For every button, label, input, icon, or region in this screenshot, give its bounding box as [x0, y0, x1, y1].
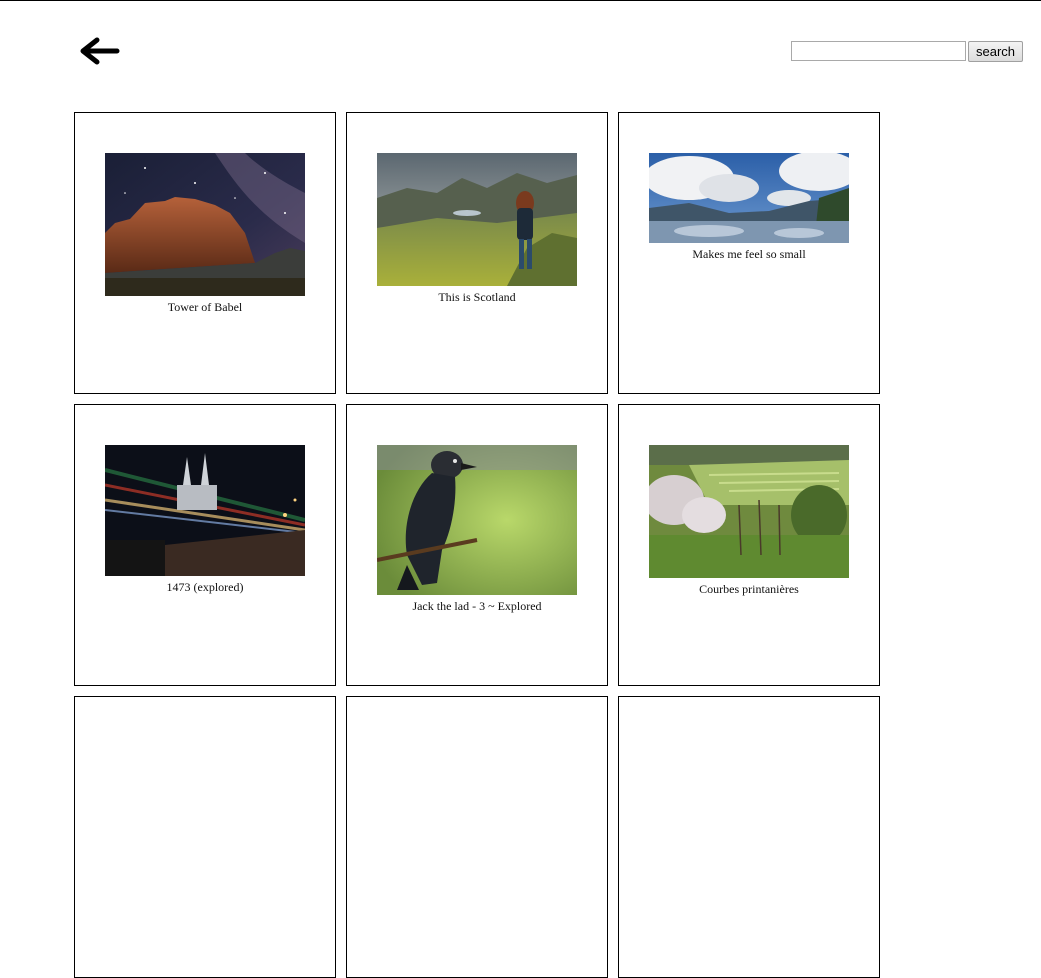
- photo-caption[interactable]: Courbes printanières: [619, 582, 879, 597]
- photo-thumbnail[interactable]: [377, 445, 577, 595]
- photo-caption[interactable]: 1473 (explored): [75, 580, 335, 595]
- photo-thumbnail[interactable]: [105, 153, 305, 296]
- gallery-card[interactable]: Tower of Babel: [74, 112, 336, 394]
- gallery-card[interactable]: This is Scotland: [346, 112, 608, 394]
- photo-caption[interactable]: This is Scotland: [347, 290, 607, 305]
- photo-caption[interactable]: Makes me feel so small: [619, 247, 879, 262]
- photo-caption[interactable]: Jack the lad - 3 ~ Explored: [347, 599, 607, 614]
- photo-thumbnail[interactable]: [377, 153, 577, 286]
- search-input[interactable]: [791, 41, 966, 61]
- search-button[interactable]: search: [968, 41, 1023, 62]
- gallery-card[interactable]: [346, 696, 608, 978]
- top-border: [0, 0, 1041, 1]
- gallery-card[interactable]: Courbes printanières: [618, 404, 880, 686]
- photo-caption[interactable]: Tower of Babel: [75, 300, 335, 315]
- photo-thumbnail[interactable]: [649, 445, 849, 578]
- gallery-card[interactable]: 1473 (explored): [74, 404, 336, 686]
- back-arrow-icon[interactable]: [77, 36, 121, 66]
- photo-thumbnail[interactable]: [649, 153, 849, 243]
- gallery-card[interactable]: Makes me feel so small: [618, 112, 880, 394]
- gallery-card[interactable]: [74, 696, 336, 978]
- gallery-card[interactable]: [618, 696, 880, 978]
- gallery-card[interactable]: Jack the lad - 3 ~ Explored: [346, 404, 608, 686]
- photo-thumbnail[interactable]: [105, 445, 305, 576]
